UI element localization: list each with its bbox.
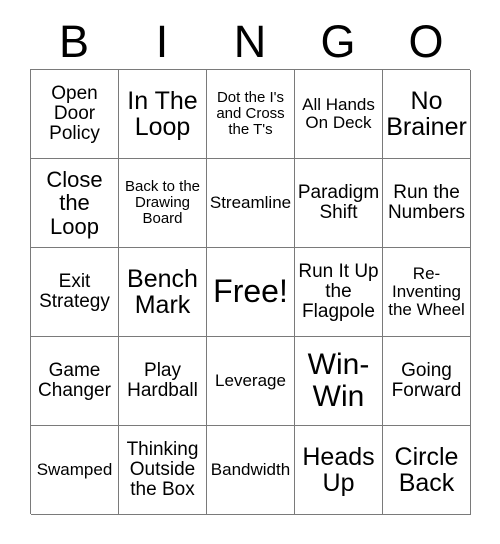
bingo-free-label: Free! (213, 273, 288, 310)
bingo-cell-n5[interactable]: Bandwidth (207, 426, 295, 515)
bingo-cell-i3[interactable]: Bench Mark (119, 248, 207, 337)
bingo-cell-o5[interactable]: Circle Back (383, 426, 471, 515)
bingo-cell-label: Exit Strategy (39, 270, 110, 312)
header-letter-o: O (408, 16, 444, 67)
bingo-cell-label: Win-Win (307, 348, 370, 413)
bingo-cell-label: Leverage (215, 370, 286, 390)
bingo-cell-label: Swamped (36, 459, 113, 479)
bingo-cell-i2[interactable]: Back to the Drawing Board (119, 159, 207, 248)
bingo-cell-label: Circle Back (394, 442, 459, 497)
bingo-cell-label: Run It Up the Flagpole (298, 260, 379, 323)
bingo-cell-g1[interactable]: All Hands On Deck (295, 70, 383, 159)
bingo-cell-label: Thinking Outside the Box (126, 438, 199, 501)
bingo-cell-b3[interactable]: Exit Strategy (31, 248, 119, 337)
bingo-cell-b5[interactable]: Swamped (31, 426, 119, 515)
bingo-cell-label: Streamline (209, 192, 292, 212)
bingo-cell-o1[interactable]: No Brainer (383, 70, 471, 159)
bingo-cell-o2[interactable]: Run the Numbers (383, 159, 471, 248)
bingo-cell-label: In The Loop (127, 86, 198, 141)
bingo-cell-label: Heads Up (302, 442, 375, 497)
bingo-cell-label: Close the Loop (46, 167, 103, 239)
bingo-cell-label: Bench Mark (127, 264, 198, 319)
bingo-cell-n4[interactable]: Leverage (207, 337, 295, 426)
bingo-cell-b2[interactable]: Close the Loop (31, 159, 119, 248)
bingo-cell-g2[interactable]: Paradigm Shift (295, 159, 383, 248)
bingo-cell-g3[interactable]: Run It Up the Flagpole (295, 248, 383, 337)
bingo-cell-label: Play Hardball (127, 359, 198, 401)
bingo-cell-label: Game Changer (38, 359, 111, 401)
bingo-cell-label: No Brainer (386, 86, 467, 141)
bingo-cell-label: Bandwidth (210, 459, 291, 479)
bingo-cell-label: Paradigm Shift (297, 181, 380, 223)
bingo-cell-label: Back to the Drawing Board (124, 178, 201, 227)
bingo-cell-n2[interactable]: Streamline (207, 159, 295, 248)
bingo-card: B I N G O Open Door Policy In The Loop D… (0, 0, 500, 544)
bingo-cell-i5[interactable]: Thinking Outside the Box (119, 426, 207, 515)
bingo-cell-label: Going Forward (391, 359, 462, 401)
header-letter-g: G (320, 16, 356, 67)
bingo-cell-g5[interactable]: Heads Up (295, 426, 383, 515)
bingo-cell-label: Re-Inventing the Wheel (388, 263, 465, 319)
bingo-cell-n1[interactable]: Dot the I's and Cross the T's (207, 70, 295, 159)
bingo-cell-g4[interactable]: Win-Win (295, 337, 383, 426)
bingo-cell-b1[interactable]: Open Door Policy (31, 70, 119, 159)
bingo-cell-free-space[interactable]: Free! (207, 248, 295, 337)
bingo-cell-i1[interactable]: In The Loop (119, 70, 207, 159)
bingo-cell-label: Open Door Policy (49, 82, 100, 145)
bingo-grid: Open Door Policy In The Loop Dot the I's… (30, 69, 471, 515)
bingo-cell-b4[interactable]: Game Changer (31, 337, 119, 426)
header-letter-b: B (58, 16, 89, 67)
bingo-cell-label: Dot the I's and Cross the T's (216, 89, 285, 138)
bingo-cell-label: All Hands On Deck (302, 94, 375, 132)
header-letter-i: I (155, 16, 169, 67)
bingo-header: B I N G O (30, 14, 470, 69)
bingo-cell-label: Run the Numbers (387, 181, 466, 223)
bingo-cell-o3[interactable]: Re-Inventing the Wheel (383, 248, 471, 337)
bingo-cell-o4[interactable]: Going Forward (383, 337, 471, 426)
header-letter-n: N (233, 16, 267, 67)
bingo-cell-i4[interactable]: Play Hardball (119, 337, 207, 426)
